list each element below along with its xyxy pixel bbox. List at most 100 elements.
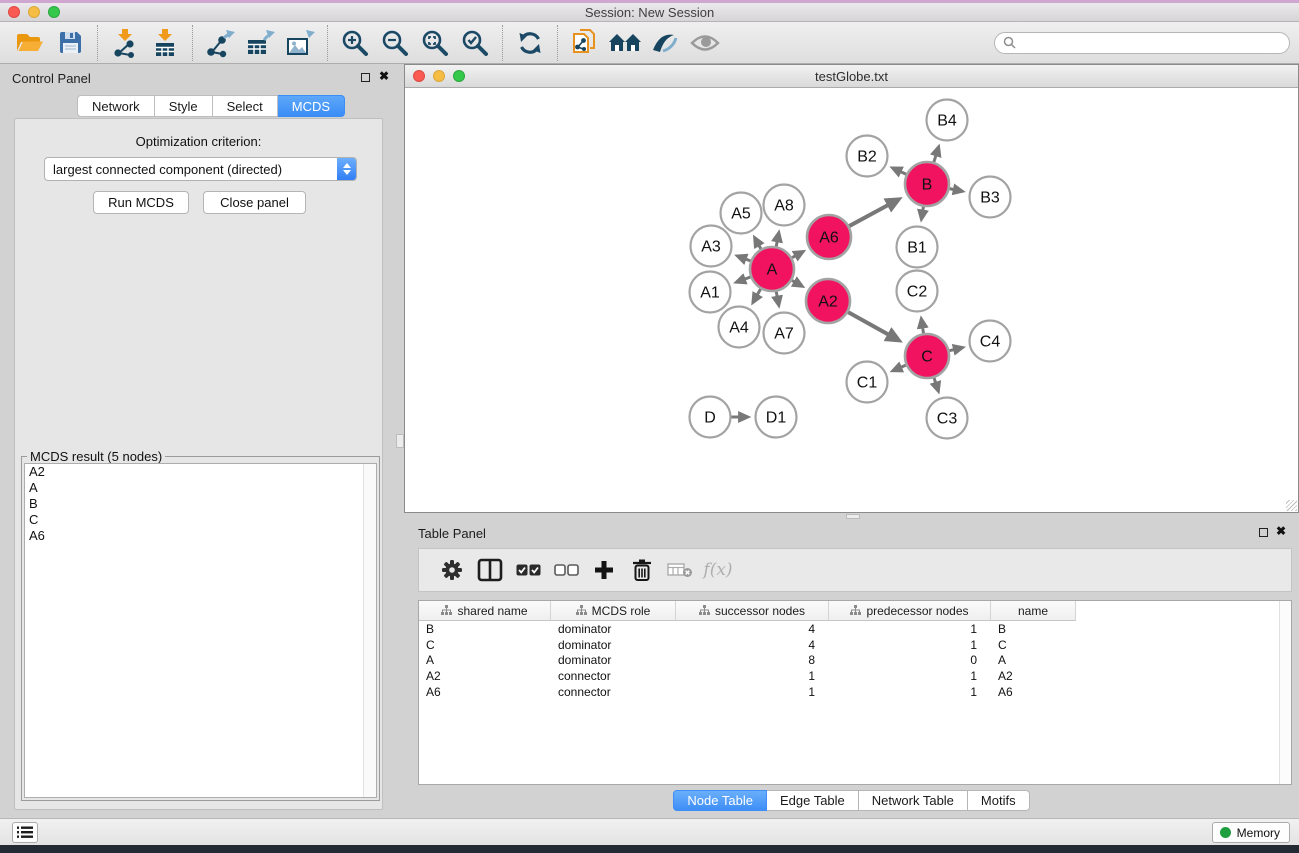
graph-node-A6[interactable]: A6 xyxy=(807,215,851,259)
graph-node-B4[interactable]: B4 xyxy=(927,100,968,141)
graph-node-C4[interactable]: C4 xyxy=(970,321,1011,362)
import-network-button[interactable] xyxy=(105,25,145,61)
close-panel-icon[interactable]: ✖ xyxy=(379,69,389,83)
graph-node-A1[interactable]: A1 xyxy=(690,272,731,313)
close-table-panel-icon[interactable]: ✖ xyxy=(1276,524,1286,538)
table-options-button[interactable] xyxy=(433,552,471,588)
result-item[interactable]: A2 xyxy=(25,464,376,480)
result-item[interactable]: A xyxy=(25,480,376,496)
save-session-button[interactable] xyxy=(50,25,90,61)
column-header-successor-nodes[interactable]: successor nodes xyxy=(676,601,829,621)
graph-node-C2[interactable]: C2 xyxy=(897,271,938,312)
run-mcds-button[interactable]: Run MCDS xyxy=(93,191,189,214)
graph-edge-A6-B[interactable] xyxy=(849,199,898,226)
birds-eye-view-button[interactable] xyxy=(645,25,685,61)
graph-node-A3[interactable]: A3 xyxy=(691,226,732,267)
splitter-handle-horizontal[interactable] xyxy=(846,514,860,519)
mcds-result-list[interactable]: A2ABCA6 xyxy=(24,463,377,798)
float-table-panel-icon[interactable] xyxy=(1259,528,1268,537)
graph-node-B2[interactable]: B2 xyxy=(847,136,888,177)
table-row[interactable]: Cdominator41C xyxy=(419,637,1291,653)
float-panel-icon[interactable] xyxy=(361,73,370,82)
toolbar-search[interactable] xyxy=(994,32,1290,54)
export-table-button[interactable] xyxy=(240,25,280,61)
column-header-name[interactable]: name xyxy=(991,601,1076,621)
graph-edge-A-A4[interactable] xyxy=(753,289,761,302)
graph-node-A4[interactable]: A4 xyxy=(719,307,760,348)
tab-network[interactable]: Network xyxy=(77,95,155,117)
zoom-in-button[interactable] xyxy=(335,25,375,61)
task-history-button[interactable] xyxy=(12,822,38,843)
graph-node-A5[interactable]: A5 xyxy=(721,193,762,234)
network-canvas[interactable]: A A1 A2 A3 A4 A5 A6 A7 A8 B B1 B2 B3B4 C C1 C2 C3C4 D D1 xyxy=(405,88,1298,512)
result-item[interactable]: C xyxy=(25,512,376,528)
tab-network-table[interactable]: Network Table xyxy=(859,790,968,811)
graph-edge-B-B3[interactable] xyxy=(950,189,963,192)
function-builder-button[interactable]: f(x) xyxy=(699,552,737,588)
graph-edge-B-B4[interactable] xyxy=(934,147,939,162)
zoom-selected-button[interactable] xyxy=(455,25,495,61)
graph-edge-B-B1[interactable] xyxy=(921,207,923,219)
zoom-fit-button[interactable] xyxy=(415,25,455,61)
result-item[interactable]: B xyxy=(25,496,376,512)
splitter-handle-vertical[interactable] xyxy=(396,434,404,448)
table-row[interactable]: Bdominator41B xyxy=(419,621,1291,637)
graph-node-A2[interactable]: A2 xyxy=(806,279,850,323)
graph-edge-A-A8[interactable] xyxy=(776,233,779,247)
graph-node-D1[interactable]: D1 xyxy=(756,397,797,438)
tab-edge-table[interactable]: Edge Table xyxy=(767,790,859,811)
graph-edge-A-A2[interactable] xyxy=(792,280,802,286)
tab-select[interactable]: Select xyxy=(213,95,278,117)
import-table-button[interactable] xyxy=(145,25,185,61)
graph-edge-A2-C[interactable] xyxy=(848,312,899,340)
select-all-button[interactable] xyxy=(509,552,547,588)
graph-node-B[interactable]: B xyxy=(905,162,949,206)
graph-edge-C-C4[interactable] xyxy=(949,348,962,351)
graph-node-D[interactable]: D xyxy=(690,397,731,438)
graph-node-A7[interactable]: A7 xyxy=(764,313,805,354)
table-row[interactable]: A6connector11A6 xyxy=(419,684,1291,700)
tab-style[interactable]: Style xyxy=(155,95,213,117)
home-button[interactable] xyxy=(605,25,645,61)
graph-edge-A-A7[interactable] xyxy=(776,292,779,306)
search-input[interactable] xyxy=(1016,35,1266,51)
table-row[interactable]: Adominator80A xyxy=(419,652,1291,668)
tab-mcds[interactable]: MCDS xyxy=(278,95,345,117)
graph-node-B3[interactable]: B3 xyxy=(970,177,1011,218)
graph-node-C3[interactable]: C3 xyxy=(927,398,968,439)
column-header-predecessor-nodes[interactable]: predecessor nodes xyxy=(829,601,991,621)
window-resize-grip[interactable] xyxy=(1286,500,1297,511)
column-header-shared-name[interactable]: shared name xyxy=(419,601,551,621)
graph-edge-C-C1[interactable] xyxy=(893,365,906,371)
graph-edge-A-A3[interactable] xyxy=(737,256,750,261)
refresh-button[interactable] xyxy=(510,25,550,61)
close-panel-button[interactable]: Close panel xyxy=(203,191,306,214)
result-item[interactable]: A6 xyxy=(25,528,376,544)
column-header-MCDS-role[interactable]: MCDS role xyxy=(551,601,676,621)
export-network-button[interactable] xyxy=(200,25,240,61)
criterion-dropdown[interactable]: largest connected component (directed) xyxy=(44,157,357,181)
tab-motifs[interactable]: Motifs xyxy=(968,790,1030,811)
graph-edge-B-B2[interactable] xyxy=(893,168,907,174)
graph-node-C[interactable]: C xyxy=(905,334,949,378)
export-image-button[interactable] xyxy=(280,25,320,61)
tab-node-table[interactable]: Node Table xyxy=(673,790,767,811)
graph-edge-C-C3[interactable] xyxy=(934,378,938,391)
graph-node-A8[interactable]: A8 xyxy=(764,185,805,226)
deselect-all-button[interactable] xyxy=(547,552,585,588)
graph-node-C1[interactable]: C1 xyxy=(847,362,888,403)
table-row[interactable]: A2connector11A2 xyxy=(419,668,1291,684)
delete-columns-button[interactable] xyxy=(623,552,661,588)
graph-edge-C-C2[interactable] xyxy=(921,319,923,333)
graph-node-A[interactable]: A xyxy=(750,247,794,291)
network-window-titlebar[interactable]: testGlobe.txt xyxy=(405,65,1298,88)
copy-network-view-button[interactable] xyxy=(565,25,605,61)
result-list-scrollbar[interactable] xyxy=(363,464,376,797)
zoom-out-button[interactable] xyxy=(375,25,415,61)
show-hide-panels-button[interactable] xyxy=(685,25,725,61)
graph-edge-A-A1[interactable] xyxy=(737,277,751,282)
graph-edge-A-A6[interactable] xyxy=(792,252,803,258)
graph-edge-A-A5[interactable] xyxy=(755,238,761,249)
graph-node-B1[interactable]: B1 xyxy=(897,227,938,268)
open-session-button[interactable] xyxy=(10,25,50,61)
